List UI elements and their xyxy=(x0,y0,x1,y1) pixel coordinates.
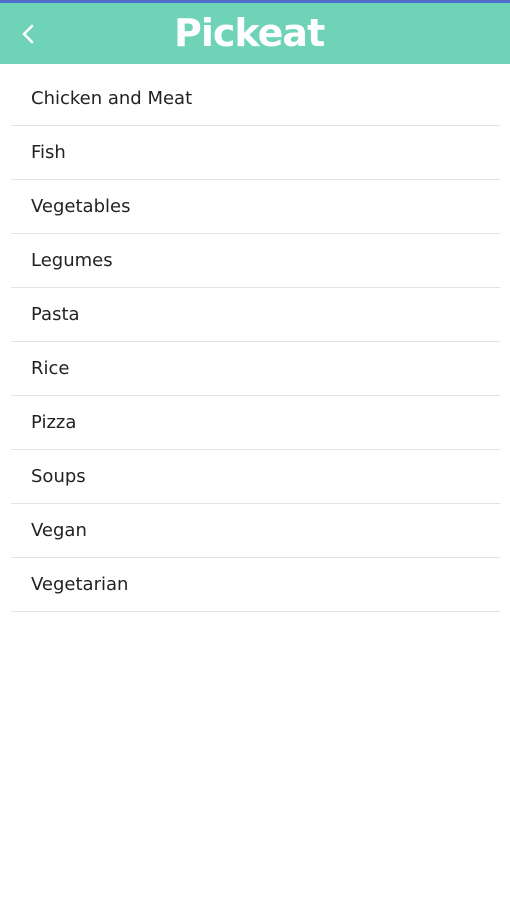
category-label: Rice xyxy=(31,358,70,379)
category-item-legumes[interactable]: Legumes xyxy=(11,234,500,288)
category-label: Pasta xyxy=(31,304,80,325)
chevron-left-icon xyxy=(22,24,34,44)
category-item-chicken-and-meat[interactable]: Chicken and Meat xyxy=(11,72,500,126)
category-item-vegetarian[interactable]: Vegetarian xyxy=(11,558,500,612)
category-label: Chicken and Meat xyxy=(31,88,193,109)
category-list: Chicken and Meat Fish Vegetables Legumes… xyxy=(11,72,500,612)
category-item-soups[interactable]: Soups xyxy=(11,450,500,504)
category-label: Vegan xyxy=(31,520,87,541)
category-item-fish[interactable]: Fish xyxy=(11,126,500,180)
category-label: Vegetarian xyxy=(31,574,129,595)
category-label: Vegetables xyxy=(31,196,131,217)
category-item-vegetables[interactable]: Vegetables xyxy=(11,180,500,234)
category-item-pizza[interactable]: Pizza xyxy=(11,396,500,450)
back-button[interactable] xyxy=(12,17,46,51)
category-label: Soups xyxy=(31,466,86,487)
category-item-rice[interactable]: Rice xyxy=(11,342,500,396)
category-label: Pizza xyxy=(31,412,77,433)
app-bar: Pickeat xyxy=(0,3,510,64)
category-label: Legumes xyxy=(31,250,113,271)
category-item-pasta[interactable]: Pasta xyxy=(11,288,500,342)
logo-text: Pickeat xyxy=(174,11,325,55)
category-label: Fish xyxy=(31,142,66,163)
category-item-vegan[interactable]: Vegan xyxy=(11,504,500,558)
app-logo: Pickeat xyxy=(168,4,340,62)
